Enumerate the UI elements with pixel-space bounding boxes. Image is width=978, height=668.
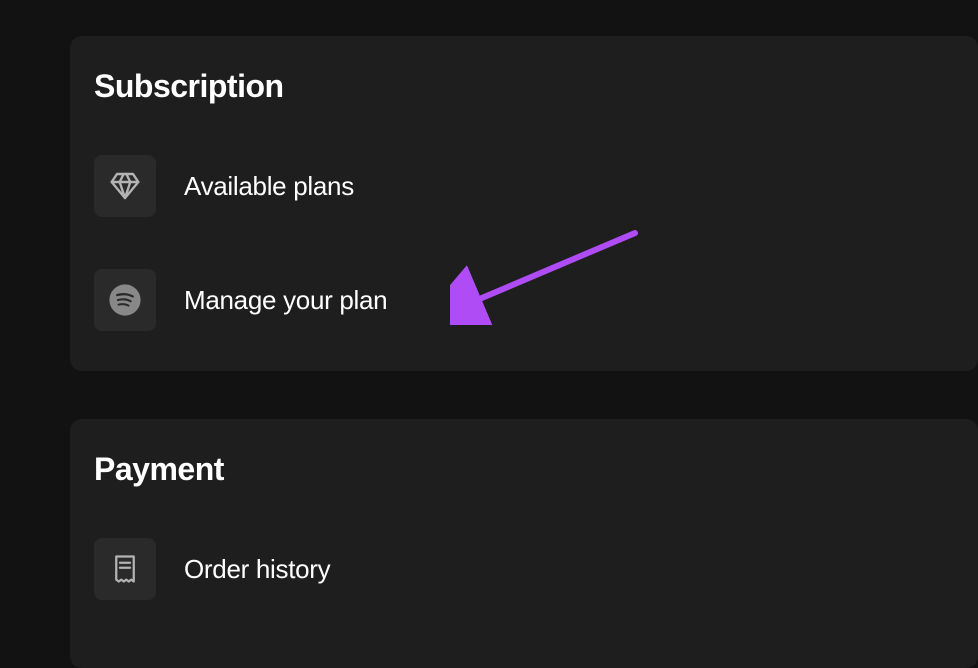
manage-your-plan-item[interactable]: Manage your plan [94,261,954,339]
subscription-title: Subscription [94,68,954,105]
manage-your-plan-label: Manage your plan [184,285,387,316]
order-history-item[interactable]: Order history [94,530,954,608]
available-plans-label: Available plans [184,171,354,202]
available-plans-item[interactable]: Available plans [94,147,954,225]
receipt-icon [94,538,156,600]
order-history-label: Order history [184,554,330,585]
diamond-icon [94,155,156,217]
payment-panel: Payment Order history [70,419,978,668]
spotify-icon [94,269,156,331]
subscription-panel: Subscription Available plans Manage your… [70,36,978,371]
payment-title: Payment [94,451,954,488]
